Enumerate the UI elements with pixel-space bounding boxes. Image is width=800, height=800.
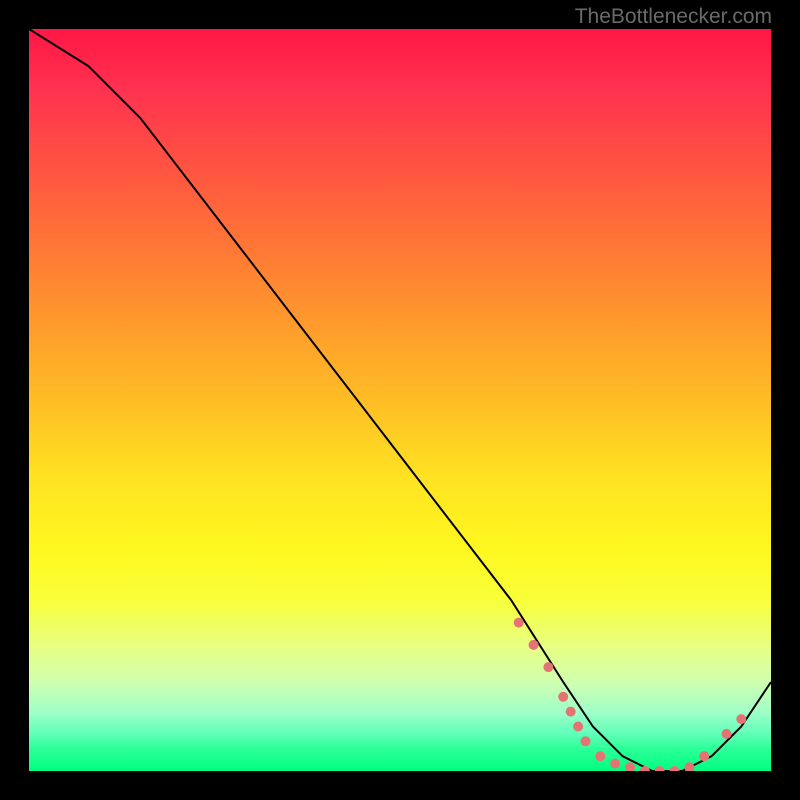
data-marker	[684, 762, 694, 771]
data-marker	[722, 729, 732, 739]
data-marker	[625, 762, 635, 771]
data-marker	[566, 707, 576, 717]
data-marker	[581, 736, 591, 746]
data-marker	[529, 640, 539, 650]
data-marker	[573, 722, 583, 732]
data-marker	[699, 751, 709, 761]
data-point-markers	[514, 618, 747, 771]
chart-svg	[29, 29, 771, 771]
data-marker	[514, 618, 524, 628]
data-marker	[610, 759, 620, 769]
watermark-text: TheBottlenecker.com	[575, 5, 772, 29]
data-marker	[670, 766, 680, 771]
data-marker	[558, 692, 568, 702]
data-marker	[543, 662, 553, 672]
curve-path	[29, 29, 771, 771]
data-marker	[655, 766, 665, 771]
data-marker	[736, 714, 746, 724]
data-marker	[595, 751, 605, 761]
data-marker	[640, 766, 650, 771]
bottleneck-curve-line	[29, 29, 771, 771]
